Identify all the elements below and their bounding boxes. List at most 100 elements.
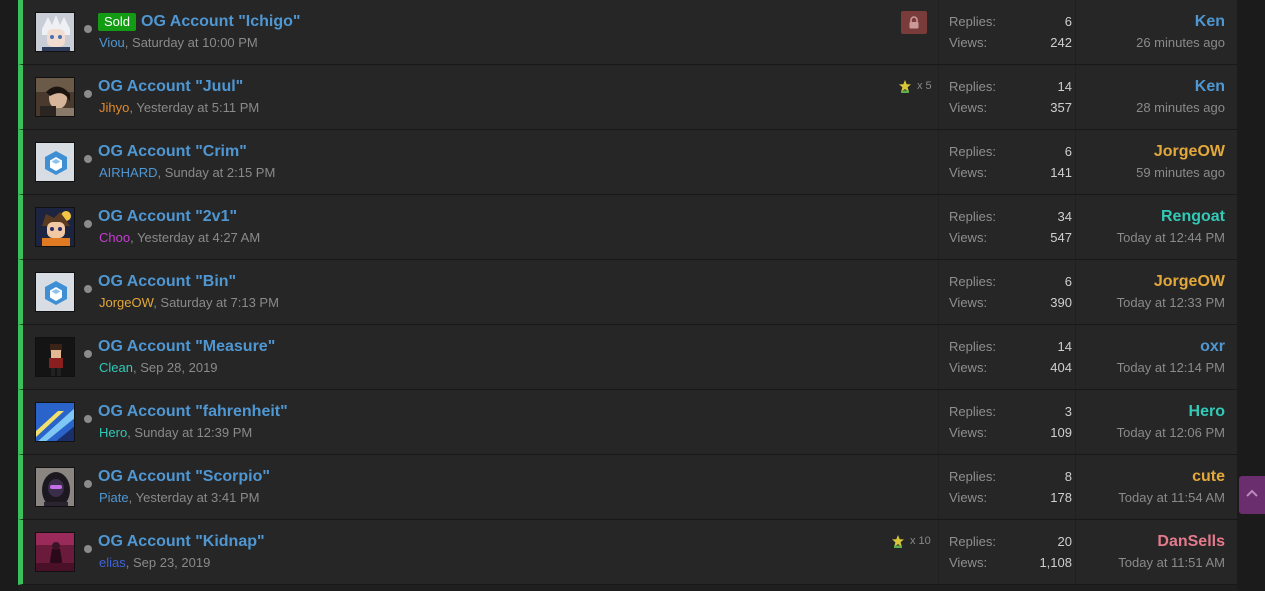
last-poster-link[interactable]: JorgeOW — [1154, 273, 1225, 291]
sold-badge[interactable]: Sold — [98, 13, 137, 31]
thread-start-date[interactable]: , Yesterday at 3:41 PM — [129, 490, 260, 505]
views-label: Views: — [949, 295, 988, 310]
thread-title-link[interactable]: OG Account "Juul" — [98, 78, 243, 96]
left-gutter — [0, 0, 18, 591]
scroll-to-top-button[interactable] — [1239, 476, 1265, 514]
thread-start-date[interactable]: , Saturday at 10:00 PM — [125, 35, 258, 50]
thread-author-link[interactable]: Jihyo — [99, 100, 129, 115]
thread-title-link[interactable]: OG Account "Ichigo" — [141, 13, 300, 31]
thread-title-link[interactable]: OG Account "Crim" — [98, 143, 247, 161]
thread-row[interactable]: OG Account "Scorpio" Piate, Yesterday at… — [18, 455, 1237, 520]
silver-hair-avatar-icon — [36, 13, 74, 51]
user-avatar[interactable] — [35, 532, 75, 572]
thread-stats: Replies: 34 Views: 547 — [938, 195, 1076, 259]
thread-title-link[interactable]: OG Account "Kidnap" — [98, 533, 265, 551]
last-post-time[interactable]: Today at 11:51 AM — [1118, 555, 1225, 570]
rating-count: x 5 — [917, 80, 932, 92]
last-post-time[interactable]: Today at 12:44 PM — [1117, 230, 1225, 245]
last-poster-link[interactable]: oxr — [1200, 338, 1225, 356]
user-avatar[interactable] — [35, 12, 75, 52]
replies-count: 3 — [1064, 404, 1072, 419]
thread-author-link[interactable]: Piate — [99, 490, 129, 505]
thread-author-link[interactable]: AIRHARD — [99, 165, 158, 180]
thread-row[interactable]: OG Account "Measure" Clean, Sep 28, 2019… — [18, 325, 1237, 390]
photo-avatar-icon — [36, 78, 74, 116]
replies-count: 6 — [1064, 144, 1072, 159]
cube-avatar-icon — [36, 273, 74, 311]
last-post-time[interactable]: 28 minutes ago — [1136, 100, 1225, 115]
replies-label: Replies: — [949, 209, 996, 224]
user-avatar[interactable] — [35, 402, 75, 442]
thread-row[interactable]: OG Account "Bin" JorgeOW, Saturday at 7:… — [18, 260, 1237, 325]
thread-row[interactable]: OG Account "Juul" Jihyo, Yesterday at 5:… — [18, 65, 1237, 130]
thread-start-date[interactable]: , Sunday at 12:39 PM — [127, 425, 252, 440]
thread-start-date[interactable]: , Sep 28, 2019 — [133, 360, 218, 375]
user-avatar[interactable] — [35, 467, 75, 507]
status-dot — [84, 155, 92, 163]
locked-status — [901, 11, 927, 34]
views-label: Views: — [949, 425, 988, 440]
views-label: Views: — [949, 490, 988, 505]
anime-avatar-icon — [36, 208, 74, 246]
thread-title-link[interactable]: OG Account "Bin" — [98, 273, 236, 291]
last-post-time[interactable]: Today at 12:33 PM — [1117, 295, 1225, 310]
thread-rating[interactable]: x 10 — [891, 534, 931, 548]
replies-count: 6 — [1064, 274, 1072, 289]
thread-start-date[interactable]: , Sunday at 2:15 PM — [158, 165, 276, 180]
user-avatar[interactable] — [35, 337, 75, 377]
thread-author-link[interactable]: Choo — [99, 230, 130, 245]
views-count: 357 — [1050, 100, 1072, 115]
user-avatar[interactable] — [35, 77, 75, 117]
last-post-time[interactable]: 26 minutes ago — [1136, 35, 1225, 50]
views-label: Views: — [949, 100, 988, 115]
thread-stats: Replies: 14 Views: 357 — [938, 65, 1076, 129]
replies-label: Replies: — [949, 534, 996, 549]
user-avatar[interactable] — [35, 207, 75, 247]
last-poster-link[interactable]: Rengoat — [1161, 208, 1225, 226]
last-poster-link[interactable]: Hero — [1189, 403, 1225, 421]
user-avatar[interactable] — [35, 142, 75, 182]
status-dot — [84, 480, 92, 488]
thread-author-link[interactable]: elias — [99, 555, 126, 570]
replies-count: 8 — [1064, 469, 1072, 484]
last-poster-link[interactable]: Ken — [1195, 13, 1225, 31]
replies-label: Replies: — [949, 79, 996, 94]
thread-rating[interactable]: x 5 — [898, 79, 932, 93]
views-count: 404 — [1050, 360, 1072, 375]
thread-start-date[interactable]: , Yesterday at 4:27 AM — [130, 230, 260, 245]
last-post-time[interactable]: 59 minutes ago — [1136, 165, 1225, 180]
user-avatar[interactable] — [35, 272, 75, 312]
thread-start-date[interactable]: , Yesterday at 5:11 PM — [129, 100, 259, 115]
thread-title-link[interactable]: OG Account "Measure" — [98, 338, 275, 356]
status-dot — [84, 350, 92, 358]
chevron-up-icon — [1246, 489, 1258, 497]
thread-author-link[interactable]: Viou — [99, 35, 125, 50]
last-post-time[interactable]: Today at 12:06 PM — [1117, 425, 1225, 440]
thread-row[interactable]: Sold OG Account "Ichigo" Viou, Saturday … — [18, 0, 1237, 65]
thread-start-date[interactable]: , Sep 23, 2019 — [126, 555, 211, 570]
thread-row[interactable]: OG Account "2v1" Choo, Yesterday at 4:27… — [18, 195, 1237, 260]
thread-row[interactable]: OG Account "fahrenheit" Hero, Sunday at … — [18, 390, 1237, 455]
star-award-icon — [899, 80, 911, 93]
thread-row[interactable]: OG Account "Crim" AIRHARD, Sunday at 2:1… — [18, 130, 1237, 195]
status-dot — [84, 25, 92, 33]
thread-author-link[interactable]: Hero — [99, 425, 127, 440]
status-dot — [84, 545, 92, 553]
replies-label: Replies: — [949, 404, 996, 419]
thread-title-link[interactable]: OG Account "fahrenheit" — [98, 403, 288, 421]
thread-stats: Replies: 3 Views: 109 — [938, 390, 1076, 454]
last-post-time[interactable]: Today at 11:54 AM — [1118, 490, 1225, 505]
thread-title-link[interactable]: OG Account "2v1" — [98, 208, 237, 226]
last-poster-link[interactable]: cute — [1192, 468, 1225, 486]
thread-author-link[interactable]: JorgeOW — [99, 295, 153, 310]
thread-author-link[interactable]: Clean — [99, 360, 133, 375]
last-poster-link[interactable]: JorgeOW — [1154, 143, 1225, 161]
last-poster-link[interactable]: Ken — [1195, 78, 1225, 96]
thread-start-date[interactable]: , Saturday at 7:13 PM — [153, 295, 279, 310]
last-post-time[interactable]: Today at 12:14 PM — [1117, 360, 1225, 375]
status-dot — [84, 220, 92, 228]
views-label: Views: — [949, 555, 988, 570]
thread-title-link[interactable]: OG Account "Scorpio" — [98, 468, 270, 486]
last-poster-link[interactable]: DanSells — [1157, 533, 1225, 551]
thread-row[interactable]: OG Account "Kidnap" elias, Sep 23, 2019 … — [18, 520, 1237, 585]
